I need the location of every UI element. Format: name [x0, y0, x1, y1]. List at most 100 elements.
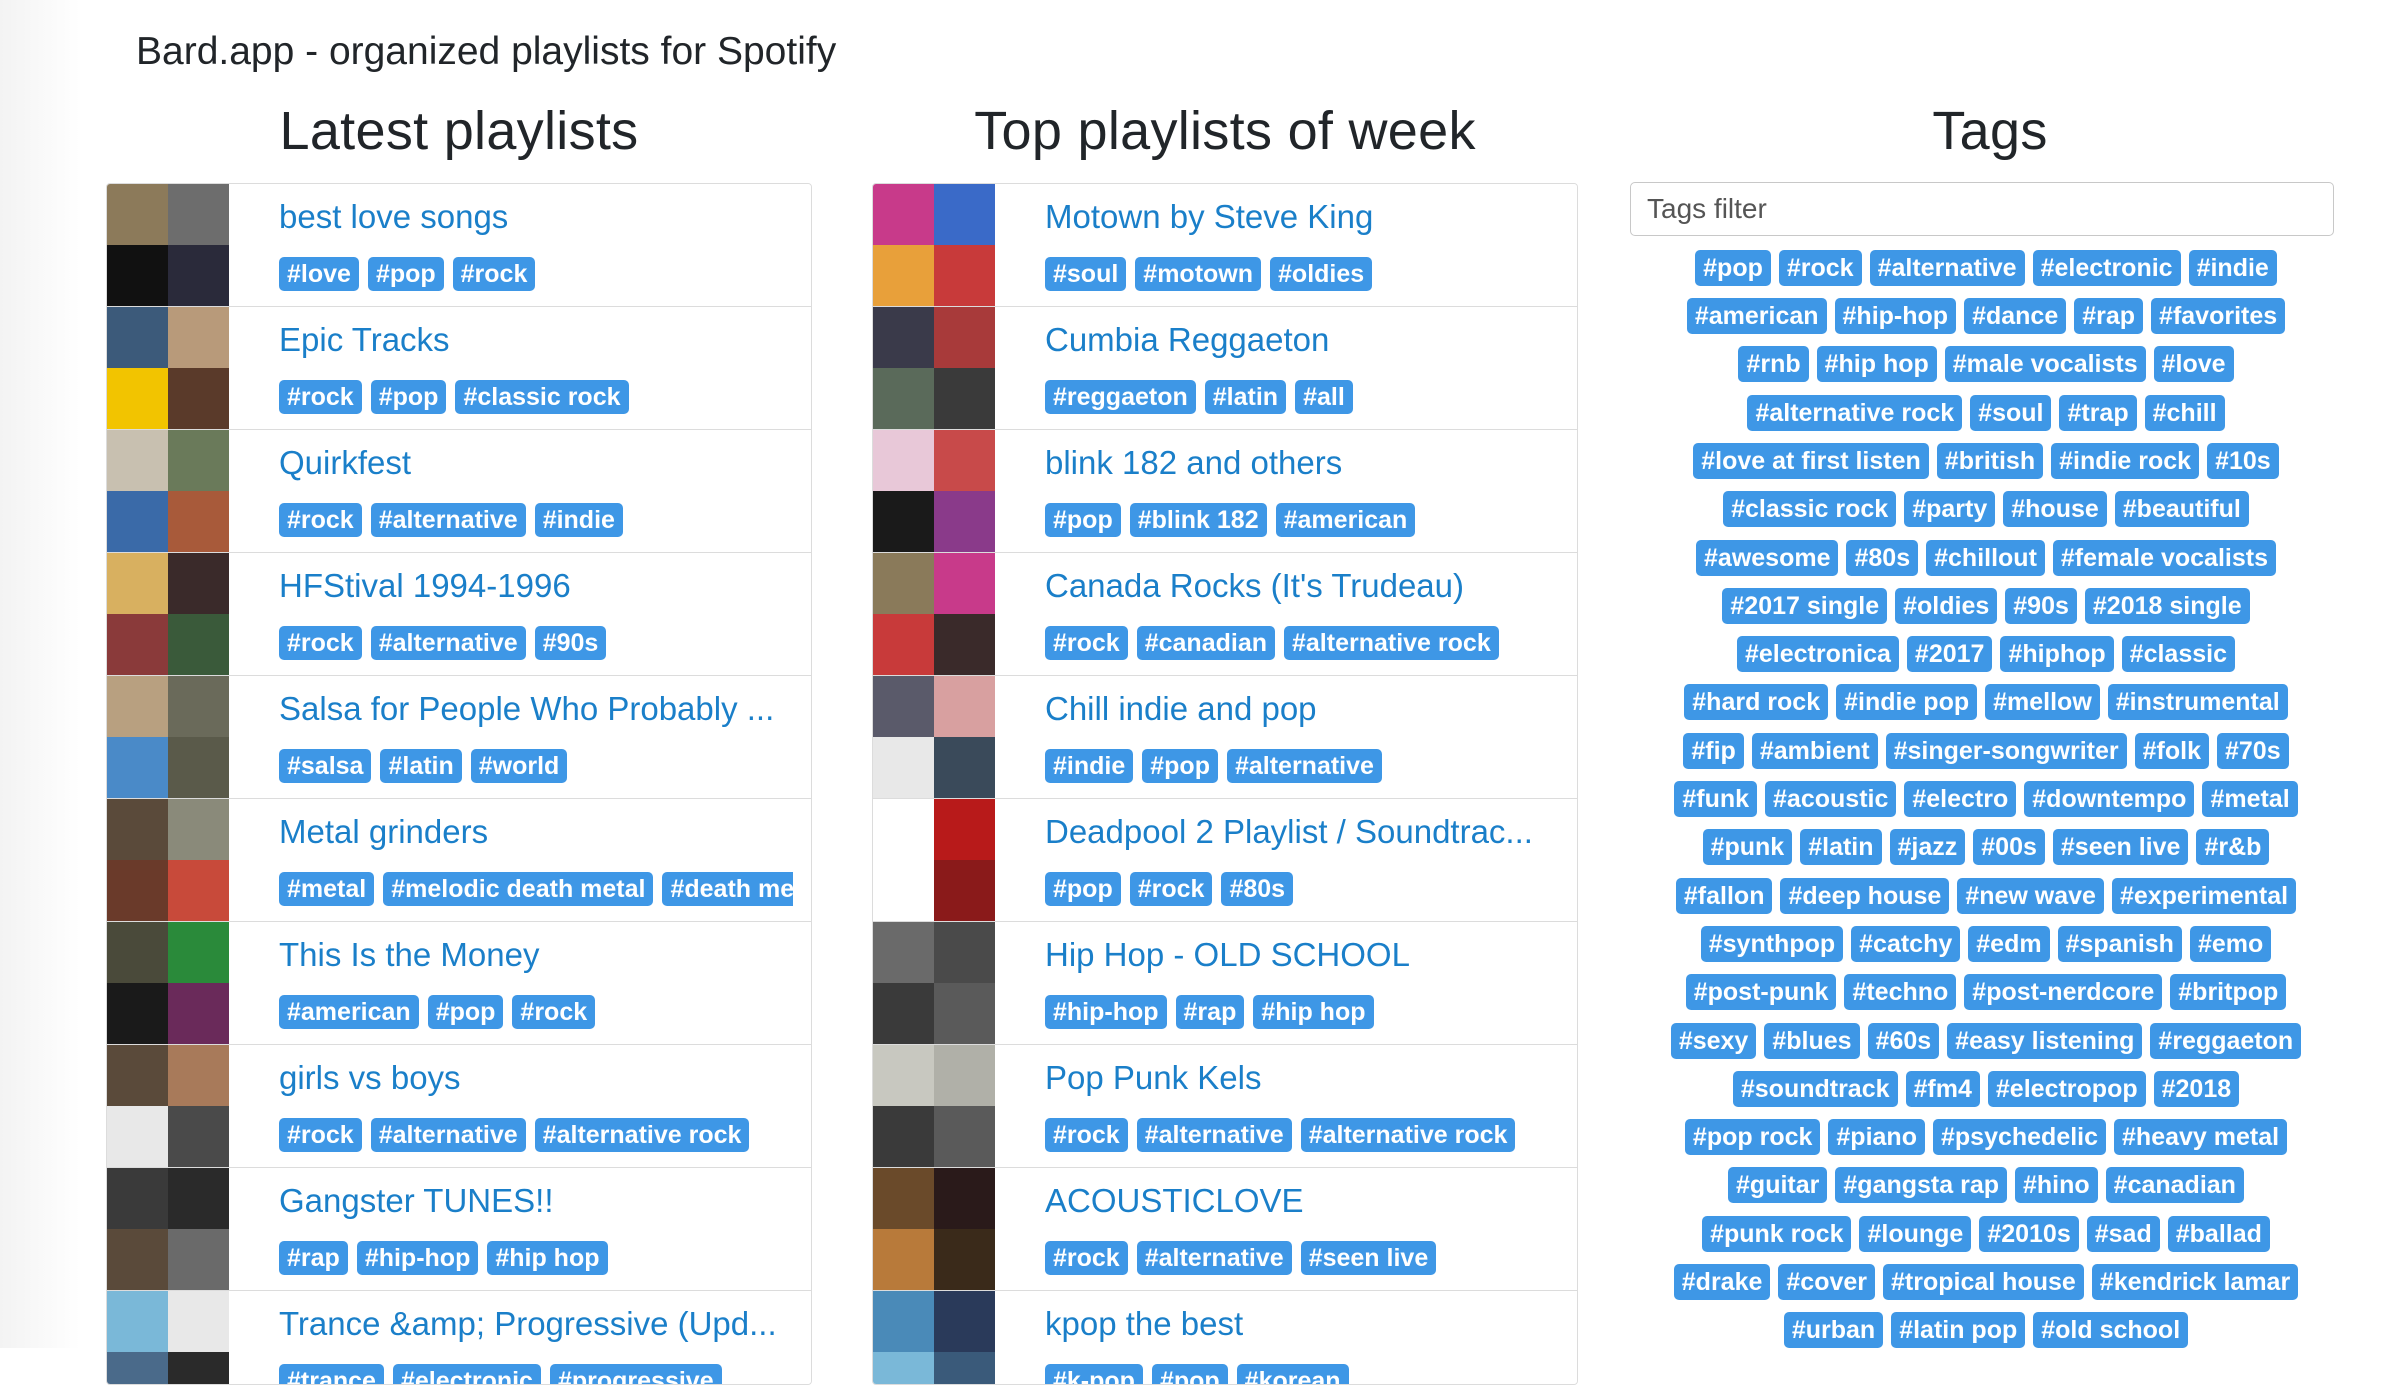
playlist-cover-collage[interactable] — [107, 184, 229, 306]
tag-badge[interactable]: #canadian — [2105, 1167, 2244, 1204]
tag-badge[interactable]: #alternative — [1869, 249, 2025, 286]
playlist-cover-collage[interactable] — [873, 1291, 995, 1384]
tag-badge[interactable]: #reggaeton — [1045, 380, 1196, 414]
tag-badge[interactable]: #pop — [1045, 872, 1121, 906]
tag-badge[interactable]: #indie — [1045, 749, 1134, 783]
tag-badge[interactable]: #new wave — [1957, 877, 2104, 914]
tag-badge[interactable]: #80s — [1846, 539, 1919, 576]
tag-badge[interactable]: #rap — [1175, 995, 1245, 1029]
tag-badge[interactable]: #love — [279, 257, 359, 291]
tag-badge[interactable]: #mellow — [1985, 684, 2100, 721]
tag-badge[interactable]: #seen live — [2052, 829, 2189, 866]
tag-badge[interactable]: #80s — [1221, 872, 1294, 906]
tag-badge[interactable]: #party — [1904, 491, 1996, 528]
tag-badge[interactable]: #punk rock — [1702, 1215, 1852, 1252]
tag-badge[interactable]: #gangsta rap — [1835, 1167, 2007, 1204]
tag-badge[interactable]: #10s — [2207, 442, 2279, 479]
tag-badge[interactable]: #alternative rock — [1747, 394, 1963, 431]
tag-badge[interactable]: #fallon — [1675, 877, 1773, 914]
playlist-title-link[interactable]: Quirkfest — [279, 444, 793, 482]
tag-badge[interactable]: #heavy metal — [2114, 1119, 2288, 1156]
tag-badge[interactable]: #beautiful — [2114, 491, 2249, 528]
tag-badge[interactable]: #alternative — [370, 626, 526, 660]
playlist-cover-collage[interactable] — [107, 1291, 229, 1384]
playlist-cover-collage[interactable] — [873, 307, 995, 429]
playlist-item[interactable]: HFStival 1994-1996 #rock #alternative #90s — [107, 553, 811, 676]
tag-badge[interactable]: #90s — [2005, 587, 2077, 624]
playlist-item[interactable]: Cumbia Reggaeton #reggaeton #latin #all — [873, 307, 1577, 430]
tag-badge[interactable]: #latin — [1204, 380, 1287, 414]
playlist-item[interactable]: Salsa for People Who Probably ... #salsa #… — [107, 676, 811, 799]
playlist-title-link[interactable]: girls vs boys — [279, 1059, 793, 1097]
playlist-item[interactable]: Metal grinders #metal #melodic death metal… — [107, 799, 811, 922]
tag-badge[interactable]: #70s — [2217, 732, 2289, 769]
tag-badge[interactable]: #electropop — [1987, 1070, 2146, 1107]
tag-badge[interactable]: #guitar — [1728, 1167, 1828, 1204]
tag-badge[interactable]: #urban — [1783, 1312, 1884, 1349]
tag-badge[interactable]: #rock — [512, 995, 596, 1029]
tag-badge[interactable]: #rock — [452, 257, 536, 291]
tag-badge[interactable]: #alternative rock — [1300, 1118, 1516, 1152]
tag-badge[interactable]: #latin — [380, 749, 462, 783]
tag-badge[interactable]: #soundtrack — [1732, 1070, 1898, 1107]
tag-badge[interactable]: #hip hop — [1816, 346, 1937, 383]
tag-badge[interactable]: #rap — [279, 1241, 348, 1275]
playlist-cover-collage[interactable] — [107, 430, 229, 552]
playlist-cover-collage[interactable] — [873, 676, 995, 798]
tag-badge[interactable]: #jazz — [1889, 829, 1966, 866]
tag-badge[interactable]: #alternative rock — [534, 1118, 750, 1152]
tag-badge[interactable]: #alternative — [370, 503, 526, 537]
tag-badge[interactable]: #punk — [1702, 829, 1793, 866]
tag-badge[interactable]: #pop — [1695, 249, 1771, 286]
playlist-title-link[interactable]: kpop the best — [1045, 1305, 1559, 1343]
playlist-title-link[interactable]: best love songs — [279, 198, 793, 236]
tag-badge[interactable]: #alternative — [1136, 1118, 1292, 1152]
tag-badge[interactable]: #spanish — [2057, 925, 2182, 962]
tag-badge[interactable]: #female vocalists — [2052, 539, 2276, 576]
playlist-item[interactable]: Hip Hop - OLD SCHOOL #hip-hop #rap #hip hop — [873, 922, 1577, 1045]
tag-badge[interactable]: #favorites — [2151, 298, 2286, 335]
tag-badge[interactable]: #edm — [1968, 925, 2050, 962]
tag-badge[interactable]: #alternative — [1226, 749, 1382, 783]
tag-badge[interactable]: #cover — [1778, 1264, 1876, 1300]
tag-badge[interactable]: #canadian — [1136, 626, 1275, 660]
tag-badge[interactable]: #hip hop — [487, 1241, 608, 1275]
tag-badge[interactable]: #00s — [1973, 829, 2045, 866]
playlist-cover-collage[interactable] — [107, 799, 229, 921]
tag-badge[interactable]: #latin — [1800, 829, 1882, 866]
tag-badge[interactable]: #classic rock — [455, 380, 629, 414]
tag-badge[interactable]: #piano — [1828, 1119, 1925, 1156]
tag-badge[interactable]: #world — [470, 749, 568, 783]
tag-badge[interactable]: #kendrick lamar — [2091, 1264, 2299, 1300]
tag-badge[interactable]: #soul — [1970, 394, 2052, 431]
playlist-title-link[interactable]: Gangster TUNES!! — [279, 1182, 793, 1220]
tag-badge[interactable]: #tropical house — [1883, 1264, 2084, 1300]
tag-badge[interactable]: #electronic — [2032, 249, 2181, 286]
tag-badge[interactable]: #drake — [1673, 1264, 1771, 1300]
playlist-title-link[interactable]: Epic Tracks — [279, 321, 793, 359]
tag-badge[interactable]: #britpop — [2170, 974, 2287, 1011]
tag-badge[interactable]: #male vocalists — [1944, 346, 2146, 383]
tag-badge[interactable]: #classic — [2121, 636, 2235, 673]
tag-badge[interactable]: #hard rock — [1684, 684, 1829, 721]
tag-badge[interactable]: #love at first listen — [1693, 442, 1929, 479]
tag-badge[interactable]: #rock — [279, 626, 362, 660]
playlist-cover-collage[interactable] — [107, 1045, 229, 1167]
tag-badge[interactable]: #melodic death metal — [383, 872, 654, 906]
playlist-item[interactable]: blink 182 and others #pop #blink 182 #ameri… — [873, 430, 1577, 553]
tag-badge[interactable]: #american — [1275, 503, 1416, 537]
tag-badge[interactable]: #pop — [1045, 503, 1121, 537]
tag-badge[interactable]: #dance — [1964, 298, 2067, 335]
playlist-item[interactable]: Trance &amp; Progressive (Upd... #trance #… — [107, 1291, 811, 1384]
playlist-item[interactable]: Chill indie and pop #indie #pop #alternativ… — [873, 676, 1577, 799]
tag-badge[interactable]: #soul — [1045, 257, 1127, 291]
playlist-item[interactable]: Canada Rocks (It's Trudeau) #rock #canadia… — [873, 553, 1577, 676]
tag-badge[interactable]: #death metal — [662, 872, 793, 906]
tag-badge[interactable]: #folk — [2134, 732, 2209, 769]
tag-badge[interactable]: #electro — [1904, 781, 2017, 818]
tag-badge[interactable]: #post-nerdcore — [1964, 974, 2163, 1011]
tag-badge[interactable]: #british — [1936, 442, 2044, 479]
tag-badge[interactable]: #funk — [1674, 781, 1758, 818]
tag-badge[interactable]: #latin pop — [1891, 1312, 2026, 1349]
tag-badge[interactable]: #pop — [427, 995, 504, 1029]
